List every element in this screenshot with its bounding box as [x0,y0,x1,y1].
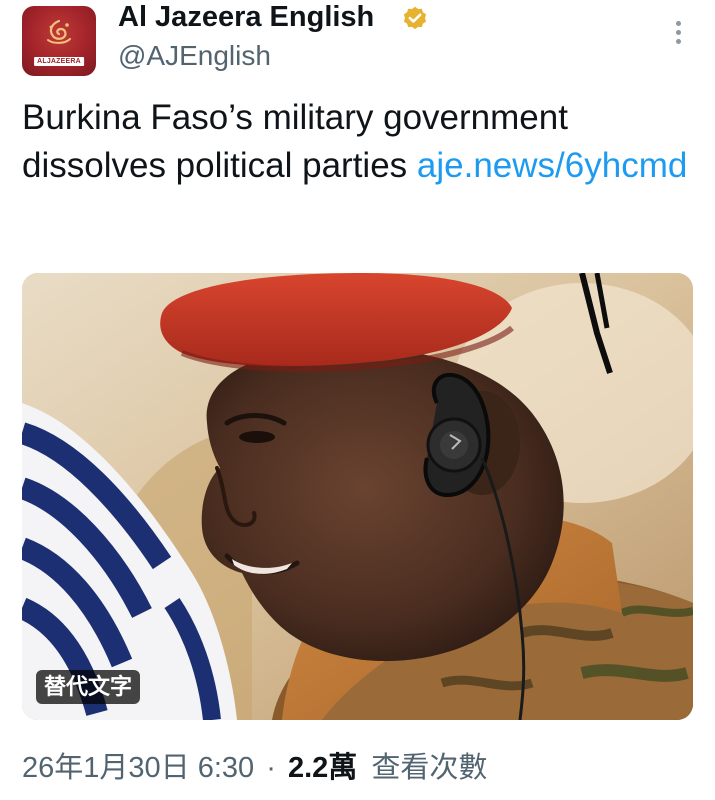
meta-separator: · [266,752,276,784]
tweet-meta: 26年1月30日 6:30 · 2.2萬 查看次數 [22,744,487,786]
tweet-photo[interactable] [22,273,693,720]
author-handle[interactable]: @AJEnglish [118,40,271,72]
tweet-date[interactable]: 26年1月30日 [22,752,190,784]
verified-badge-icon [403,6,427,30]
tweet-card: ALJAZEERA Al Jazeera English @AJEnglish … [0,0,715,800]
photo-illustration [22,273,693,720]
more-vertical-icon[interactable] [668,18,688,46]
tweet-time[interactable]: 6:30 [198,752,254,784]
views-label[interactable]: 查看次數 [371,752,487,784]
author-display-name[interactable]: Al Jazeera English [118,1,374,34]
alt-text-badge[interactable]: 替代文字 [36,670,141,704]
views-count: 2.2萬 [287,752,358,784]
author-avatar[interactable]: ALJAZEERA [22,6,96,76]
aljazeera-logo-icon [47,19,71,44]
tweet-text: Burkina Faso’s military government disso… [22,94,692,190]
avatar-wordmark: ALJAZEERA [34,57,84,66]
tweet-link[interactable]: aje.news/6yhcmd [417,146,687,185]
